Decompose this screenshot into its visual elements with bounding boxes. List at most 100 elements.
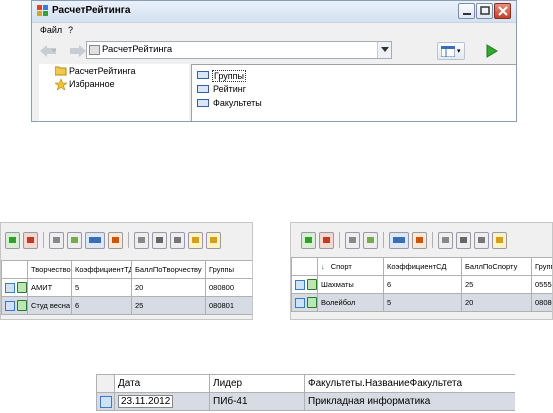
forward-arrow-icon[interactable] bbox=[68, 44, 88, 58]
table-cell[interactable]: 08080 bbox=[531, 293, 552, 312]
column-header[interactable]: Лидер bbox=[209, 374, 305, 393]
delete-record-icon[interactable] bbox=[23, 231, 38, 249]
row-selector-icon[interactable] bbox=[295, 279, 305, 290]
table-cell[interactable]: Волейбол bbox=[317, 293, 384, 312]
table-icon bbox=[197, 85, 209, 93]
table-cell[interactable]: АМИТ bbox=[27, 278, 72, 297]
column-header[interactable]: ↓ Спорт bbox=[317, 257, 384, 276]
window-title: РасчетРейтинга bbox=[52, 5, 131, 16]
table-cell[interactable]: 6 bbox=[383, 275, 462, 294]
tree-item-label: РасчетРейтинга bbox=[69, 66, 136, 76]
menu-file[interactable]: Файл bbox=[40, 25, 62, 35]
tree-item-favorites[interactable]: Избранное bbox=[55, 79, 115, 90]
address-dropdown[interactable] bbox=[377, 42, 391, 58]
table-cell[interactable]: 05556 bbox=[531, 275, 552, 294]
table-cell[interactable]: 25 bbox=[131, 296, 206, 315]
minimize-button[interactable] bbox=[458, 3, 475, 19]
minimize-icon bbox=[463, 13, 471, 15]
list-item-label: Группы bbox=[212, 70, 246, 82]
app-icon bbox=[37, 5, 48, 16]
preview-icon[interactable] bbox=[134, 231, 149, 249]
folder-icon bbox=[55, 66, 67, 76]
title-bar[interactable]: РасчетРейтинга bbox=[32, 1, 516, 23]
filter-icon[interactable] bbox=[67, 231, 82, 249]
columns-icon[interactable] bbox=[412, 231, 427, 249]
back-arrow-icon[interactable] bbox=[38, 44, 58, 58]
columns-icon[interactable] bbox=[108, 231, 123, 249]
export-icon[interactable] bbox=[474, 231, 489, 249]
table-cell[interactable]: 080800 bbox=[205, 278, 252, 297]
table-row[interactable]: Шахматы 6 25 05556 bbox=[291, 275, 552, 294]
record-icon bbox=[307, 297, 317, 308]
sort-icon[interactable] bbox=[85, 231, 105, 249]
table-header-row: ↓Спорт КоэффициентСД БаллПоСпорту Группы bbox=[291, 257, 552, 276]
maximize-button[interactable] bbox=[476, 3, 493, 19]
table-row[interactable]: 23.11.2012 ПИб-41 Прикладная информатика bbox=[96, 392, 515, 411]
sport-table: ↓Спорт КоэффициентСД БаллПоСпорту Группы… bbox=[291, 257, 552, 312]
row-selector-icon[interactable] bbox=[5, 282, 15, 293]
creativity-table: Творчество КоэффициентТД БаллПоТворчеств… bbox=[1, 260, 252, 315]
filter-icon[interactable] bbox=[363, 231, 378, 249]
print-icon[interactable] bbox=[456, 231, 471, 249]
view-details-icon bbox=[441, 46, 455, 57]
tree-item-label: Избранное bbox=[69, 79, 115, 89]
table-cell[interactable]: ПИб-41 bbox=[209, 392, 305, 411]
maximize-icon bbox=[480, 6, 490, 15]
view-button[interactable]: ▾ bbox=[437, 42, 465, 60]
paste-icon[interactable] bbox=[206, 231, 221, 249]
column-header[interactable]: Творчество bbox=[27, 260, 72, 279]
sort-icon[interactable] bbox=[389, 231, 409, 249]
column-header[interactable]: КоэффициентТД bbox=[71, 260, 132, 279]
find-icon[interactable] bbox=[345, 231, 360, 249]
creativity-grid-panel: Творчество КоэффициентТД БаллПоТворчеств… bbox=[0, 222, 253, 320]
table-row[interactable]: Студ весна 6 25 080801 bbox=[1, 296, 252, 315]
add-record-icon[interactable] bbox=[301, 231, 316, 249]
record-icon bbox=[17, 282, 27, 293]
print-icon[interactable] bbox=[152, 231, 167, 249]
row-selector-icon[interactable] bbox=[295, 297, 305, 308]
delete-record-icon[interactable] bbox=[319, 231, 334, 249]
column-header[interactable]: Дата bbox=[114, 374, 210, 393]
table-header-row: Творчество КоэффициентТД БаллПоТворчеств… bbox=[1, 260, 252, 279]
close-button[interactable] bbox=[494, 3, 511, 19]
table-cell[interactable]: 23.11.2012 bbox=[114, 392, 210, 411]
table-cell[interactable]: 20 bbox=[131, 278, 206, 297]
table-cell[interactable]: 080801 bbox=[205, 296, 252, 315]
address-bar[interactable]: РасчетРейтинга bbox=[86, 41, 392, 59]
table-cell[interactable]: 5 bbox=[71, 278, 132, 297]
groups-table: Дата Лидер Факультеты.НазваниеФакультета… bbox=[96, 374, 515, 411]
tree-item-raschet[interactable]: РасчетРейтинга bbox=[55, 66, 136, 76]
export-icon[interactable] bbox=[170, 231, 185, 249]
copy-icon[interactable] bbox=[188, 231, 203, 249]
table-cell[interactable]: Прикладная информатика bbox=[304, 392, 515, 411]
table-row[interactable]: АМИТ 5 20 080800 bbox=[1, 278, 252, 297]
add-record-icon[interactable] bbox=[5, 231, 20, 249]
column-header[interactable]: КоэффициентСД bbox=[383, 257, 462, 276]
column-header[interactable]: Группы bbox=[531, 257, 552, 276]
chevron-down-icon bbox=[381, 47, 389, 52]
column-header[interactable]: БаллПоСпорту bbox=[461, 257, 532, 276]
column-header[interactable]: Факультеты.НазваниеФакультета bbox=[304, 374, 515, 393]
table-cell[interactable]: 6 bbox=[71, 296, 132, 315]
table-cell[interactable]: Студ весна bbox=[27, 296, 72, 315]
record-icon bbox=[17, 300, 27, 311]
table-icon bbox=[197, 71, 209, 79]
row-selector-icon[interactable] bbox=[5, 300, 15, 311]
table-cell[interactable]: 5 bbox=[383, 293, 462, 312]
row-selector-icon[interactable] bbox=[100, 395, 112, 408]
chevron-down-icon: ▾ bbox=[457, 48, 461, 55]
column-header[interactable]: БаллПоТворчеству bbox=[131, 260, 206, 279]
go-arrow-icon[interactable] bbox=[486, 44, 498, 58]
preview-icon[interactable] bbox=[438, 231, 453, 249]
table-cell[interactable]: Шахматы bbox=[317, 275, 384, 294]
copy-icon[interactable] bbox=[492, 231, 507, 249]
menu-help[interactable]: ? bbox=[68, 25, 73, 35]
table-cell[interactable]: 25 bbox=[461, 275, 532, 294]
column-header[interactable]: Группы bbox=[205, 260, 252, 279]
find-icon[interactable] bbox=[49, 231, 64, 249]
list-item-label: Рейтинг bbox=[213, 84, 247, 94]
table-cell[interactable]: 20 bbox=[461, 293, 532, 312]
groups-grid-panel: Дата Лидер Факультеты.НазваниеФакультета… bbox=[96, 374, 515, 413]
table-icon bbox=[197, 99, 209, 107]
table-row[interactable]: Волейбол 5 20 08080 bbox=[291, 293, 552, 312]
